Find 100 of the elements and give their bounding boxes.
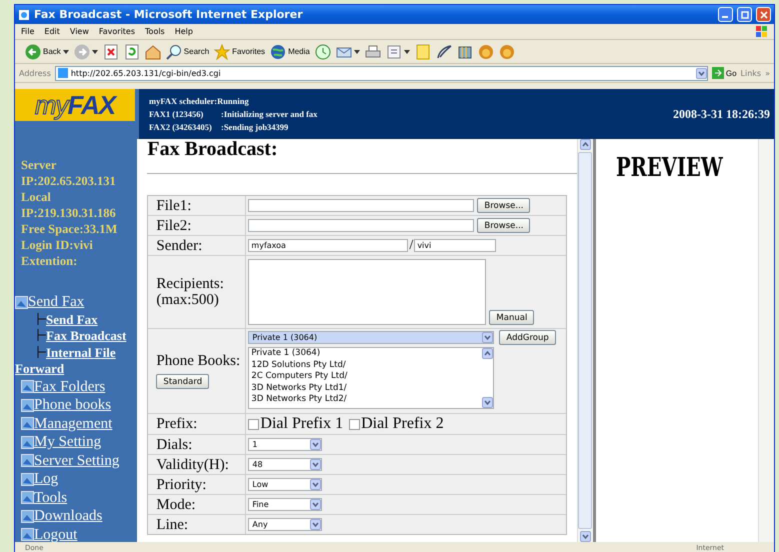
windows-logo-icon: [756, 26, 768, 38]
list-item[interactable]: 12D Solutions Pty Ltd/: [251, 360, 348, 371]
menu-item[interactable]: Help: [174, 27, 193, 36]
scrollbar[interactable]: [576, 139, 593, 542]
dropdown-caret-icon: [404, 50, 410, 54]
menu-item[interactable]: View: [70, 27, 89, 36]
chevron-down-icon[interactable]: [580, 531, 591, 542]
globe-icon: [270, 44, 286, 60]
tree-branch-icon: [37, 329, 46, 341]
nav-link[interactable]: Phone books: [34, 396, 112, 414]
nav-link[interactable]: My Setting: [34, 433, 102, 452]
date-time: 2008-3-31 18:26:39: [673, 106, 771, 122]
nav-link[interactable]: Downloads: [34, 507, 102, 526]
field-label: File2:: [156, 218, 192, 234]
add-group-button[interactable]: AddGroup: [499, 330, 556, 345]
list-item[interactable]: 2C Computers Pty Ltd/: [251, 371, 348, 382]
phonebook-select[interactable]: Private 1 (3064): [248, 331, 494, 344]
page-icon: [21, 472, 34, 486]
server-info: Extention:: [21, 253, 78, 269]
links-button[interactable]: Links: [740, 68, 762, 78]
field-label: Dials:: [156, 436, 194, 452]
maximize-button[interactable]: [737, 7, 752, 22]
nav-link[interactable]: Fax Folders: [34, 378, 106, 396]
page-icon: [21, 454, 34, 468]
dropdown[interactable]: 48: [248, 458, 322, 471]
note-icon: [414, 44, 431, 60]
scheduler-status: myFAX scheduler:Running: [149, 96, 250, 106]
manual-button[interactable]: Manual: [489, 310, 534, 325]
nav-sub-link[interactable]: Send Fax: [15, 312, 138, 328]
toolbar-button[interactable]: Media: [270, 44, 310, 60]
field-label: Validity(H):: [156, 456, 230, 472]
menu-item[interactable]: Favorites: [98, 27, 136, 36]
browse-button[interactable]: Browse...: [477, 218, 530, 233]
field-label: Mode:: [156, 496, 197, 512]
nav-link[interactable]: Log: [34, 470, 58, 488]
checkbox-label: Dial Prefix 2: [361, 415, 444, 433]
chevron-down-icon[interactable]: [482, 332, 494, 343]
list-item[interactable]: 3D Networks Pty Ltd1/: [251, 382, 348, 394]
toolbar-icon-button[interactable]: [74, 44, 98, 60]
printer-icon: [364, 44, 381, 60]
checkbox-label: Dial Prefix 1: [260, 415, 344, 433]
list-item[interactable]: Private 1 (3064): [251, 348, 348, 360]
nav-link[interactable]: Tools: [34, 488, 68, 507]
menu-item[interactable]: File: [21, 27, 34, 36]
menu-item[interactable]: Edit: [44, 27, 60, 36]
nav-link[interactable]: Management: [34, 414, 112, 433]
dropdown[interactable]: Low: [248, 478, 322, 491]
fax-line-status: :Initializing server and fax: [221, 109, 318, 119]
fax-line-name: FAX1 (123456): [149, 109, 204, 119]
page-heading: Fax Broadcast:: [147, 139, 577, 174]
nav-sub-link[interactable]: Internal File Forward: [15, 344, 138, 378]
browse-button[interactable]: Browse...: [477, 198, 530, 213]
server-info: Local IP:219.130.31.186: [21, 189, 117, 221]
toolbar-button[interactable]: Search: [166, 44, 210, 60]
search-icon: [166, 44, 182, 60]
nav-link[interactable]: Server Setting: [34, 452, 120, 470]
page-icon: [21, 491, 34, 504]
sender-id-field[interactable]: vivi: [414, 239, 496, 252]
chevron-down-icon[interactable]: [310, 459, 322, 470]
field-label: Line:: [156, 516, 190, 532]
chevron-down-icon[interactable]: [310, 519, 322, 530]
preview-scrollbar[interactable]: [758, 139, 774, 542]
toolbar-icon-button[interactable]: [436, 44, 452, 60]
list-item[interactable]: 3D Networks Pty Ltd2/: [251, 394, 348, 406]
minimize-button[interactable]: [718, 7, 733, 22]
file-field[interactable]: [248, 199, 474, 212]
clock-icon: [314, 44, 331, 60]
chevron-down-icon[interactable]: [696, 68, 707, 78]
dropdown-caret-icon: [92, 50, 98, 54]
standard-button[interactable]: Standard: [156, 374, 210, 390]
toolbar-button[interactable]: Back: [25, 44, 69, 60]
more-chevron[interactable]: »: [765, 68, 770, 78]
nav-link[interactable]: Send Fax: [28, 293, 84, 312]
sender-field[interactable]: myfaxoa: [248, 239, 408, 252]
file-field[interactable]: [248, 219, 474, 232]
chevron-down-icon[interactable]: [310, 439, 322, 450]
chevron-down-icon[interactable]: [482, 397, 494, 408]
tree-branch-icon: [37, 346, 46, 358]
toolbar-icon-button[interactable]: [456, 44, 473, 60]
star-icon: [214, 44, 230, 60]
field-label: File1:: [156, 198, 192, 214]
checkbox[interactable]: [248, 418, 260, 430]
dropdown[interactable]: Any: [248, 518, 322, 531]
nav-sub-link[interactable]: Fax Broadcast: [15, 328, 138, 344]
chevron-down-icon[interactable]: [310, 499, 322, 510]
checkbox[interactable]: [349, 418, 360, 430]
nav-link[interactable]: Logout: [34, 526, 78, 542]
page-icon: [58, 68, 68, 78]
close-button[interactable]: [756, 7, 771, 22]
dropdown[interactable]: Fine: [248, 498, 322, 511]
recipients-field[interactable]: [248, 259, 486, 325]
dropdown[interactable]: 1: [248, 438, 322, 451]
toolbar-icon-button[interactable]: [386, 44, 410, 60]
address-label: Address: [19, 68, 51, 78]
toolbar-button[interactable]: Favorites: [214, 44, 266, 60]
chevron-down-icon[interactable]: [310, 479, 322, 490]
preview-title: PREVIEW: [616, 153, 722, 183]
go-button[interactable]: Go: [712, 67, 737, 79]
menu-item[interactable]: Tools: [145, 27, 165, 36]
address-field[interactable]: http://202.65.203.131/cgi-bin/ed3.cgi: [54, 66, 708, 80]
